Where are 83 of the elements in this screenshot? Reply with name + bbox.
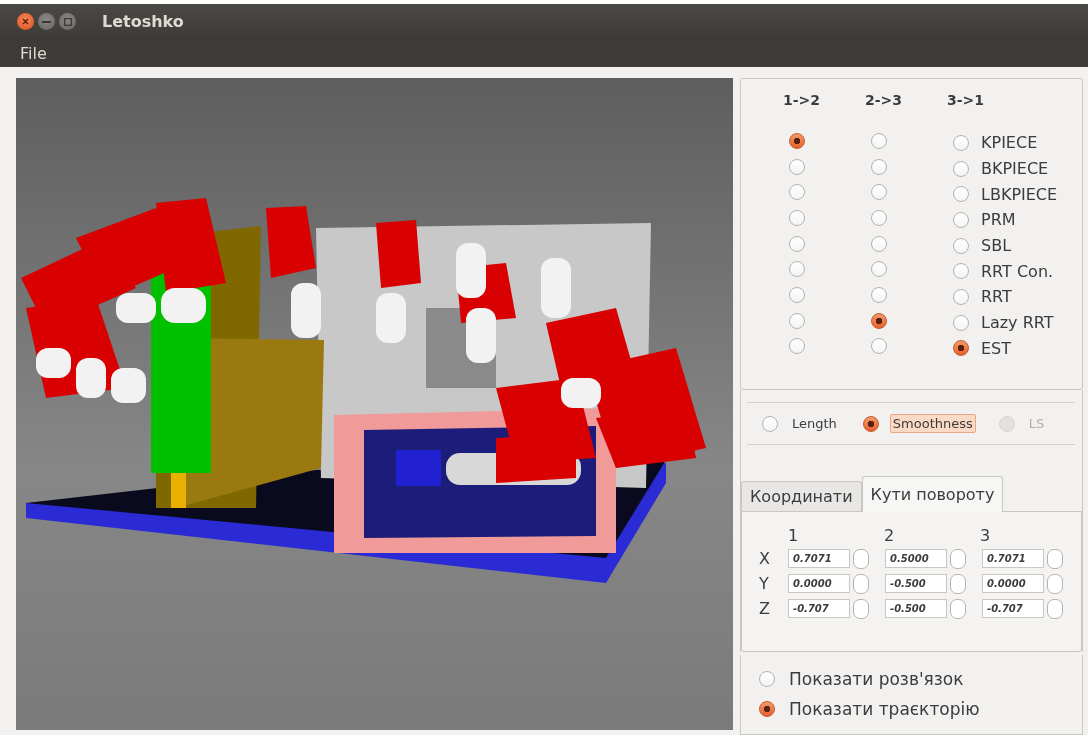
planner-label: PRM	[981, 210, 1016, 230]
radio-button[interactable]	[862, 415, 879, 432]
minimize-button[interactable]	[38, 13, 55, 31]
radio-button[interactable]	[871, 132, 887, 149]
radio-button[interactable]	[789, 286, 805, 303]
radio-button[interactable]	[871, 209, 887, 226]
radio-button[interactable]	[953, 237, 969, 254]
input-field[interactable]: -0.500	[885, 574, 947, 593]
radio-button[interactable]	[953, 340, 969, 357]
radio-button[interactable]	[871, 184, 887, 201]
planner-label: RRT Con.	[981, 261, 1054, 281]
input-field[interactable]: 0.5000	[885, 549, 947, 568]
planner-label: SBL	[981, 236, 1012, 256]
radio-button[interactable]	[871, 261, 887, 278]
metric-label: Smoothness	[889, 414, 976, 433]
axis-label: Z	[759, 599, 771, 618]
radio-button[interactable]	[789, 158, 805, 175]
radio-button[interactable]	[871, 158, 887, 175]
checkbox[interactable]	[950, 598, 966, 619]
radio-button[interactable]	[762, 415, 778, 432]
maximize-button[interactable]	[59, 13, 76, 31]
radio-button[interactable]	[789, 261, 805, 278]
column-header: 3->1	[947, 92, 986, 110]
planner-label: BKPIECE	[981, 159, 1049, 179]
axis-label: X	[759, 549, 771, 568]
input-field[interactable]: -0.707	[788, 599, 850, 618]
checkbox[interactable]	[950, 548, 966, 569]
minimize-icon	[42, 20, 51, 23]
tab[interactable]: Координати	[741, 481, 862, 511]
close-icon	[22, 18, 29, 26]
metric-label: LS	[1027, 415, 1046, 433]
radio-button[interactable]	[789, 338, 805, 355]
radio-button[interactable]	[871, 338, 887, 355]
column-header: 1->2	[783, 92, 822, 110]
radio-button[interactable]	[759, 701, 775, 717]
radio-button[interactable]	[953, 263, 969, 280]
radio-button[interactable]	[953, 314, 969, 331]
radio-button[interactable]	[789, 209, 805, 226]
checkbox[interactable]	[1047, 598, 1063, 619]
menu-item[interactable]: File	[20, 43, 47, 63]
input-field[interactable]: 0.7071	[788, 549, 850, 568]
column-header: 3	[980, 526, 992, 546]
input-field[interactable]: -0.500	[885, 599, 947, 618]
radio-button[interactable]	[953, 211, 969, 228]
planner-label: LBKPIECE	[981, 184, 1058, 204]
radio-button[interactable]	[789, 184, 805, 201]
option-label: Показати розв'язок	[789, 669, 964, 689]
radio-button[interactable]	[789, 235, 805, 252]
column-header: 2	[884, 526, 896, 546]
radio-button[interactable]	[759, 671, 775, 687]
maximize-icon	[63, 17, 72, 26]
checkbox[interactable]	[1047, 548, 1063, 569]
radio-button[interactable]	[871, 286, 887, 303]
radio-button[interactable]	[953, 160, 969, 177]
metric-label: Length	[791, 415, 838, 433]
input-field[interactable]: 0.0000	[982, 574, 1044, 593]
radio-button[interactable]	[871, 312, 887, 329]
close-button[interactable]	[17, 13, 34, 31]
column-header: 2->3	[865, 92, 904, 110]
planner-label: EST	[981, 338, 1012, 358]
checkbox[interactable]	[853, 548, 869, 569]
tab[interactable]: Кути повороту	[861, 476, 1004, 512]
axis-label: Y	[759, 574, 770, 593]
radio-button[interactable]	[871, 235, 887, 252]
planner-label: Lazy RRT	[981, 313, 1054, 333]
window-title: Letoshko	[102, 12, 184, 32]
checkbox[interactable]	[950, 573, 966, 594]
column-header: 1	[788, 526, 800, 546]
checkbox[interactable]	[853, 598, 869, 619]
checkbox[interactable]	[1047, 573, 1063, 594]
checkbox[interactable]	[853, 573, 869, 594]
scene-viewport[interactable]	[16, 78, 733, 730]
radio-button[interactable]	[953, 288, 969, 305]
input-field[interactable]: 0.0000	[788, 574, 850, 593]
input-field[interactable]: -0.707	[982, 599, 1044, 618]
radio-button[interactable]	[789, 312, 805, 329]
planner-label: RRT	[981, 287, 1012, 307]
planner-label: KPIECE	[981, 133, 1038, 153]
radio-button[interactable]	[789, 132, 805, 149]
input-field[interactable]: 0.7071	[982, 549, 1044, 568]
radio-button[interactable]	[953, 186, 969, 203]
option-label: Показати траєкторію	[789, 699, 980, 719]
radio-button[interactable]	[953, 134, 969, 151]
